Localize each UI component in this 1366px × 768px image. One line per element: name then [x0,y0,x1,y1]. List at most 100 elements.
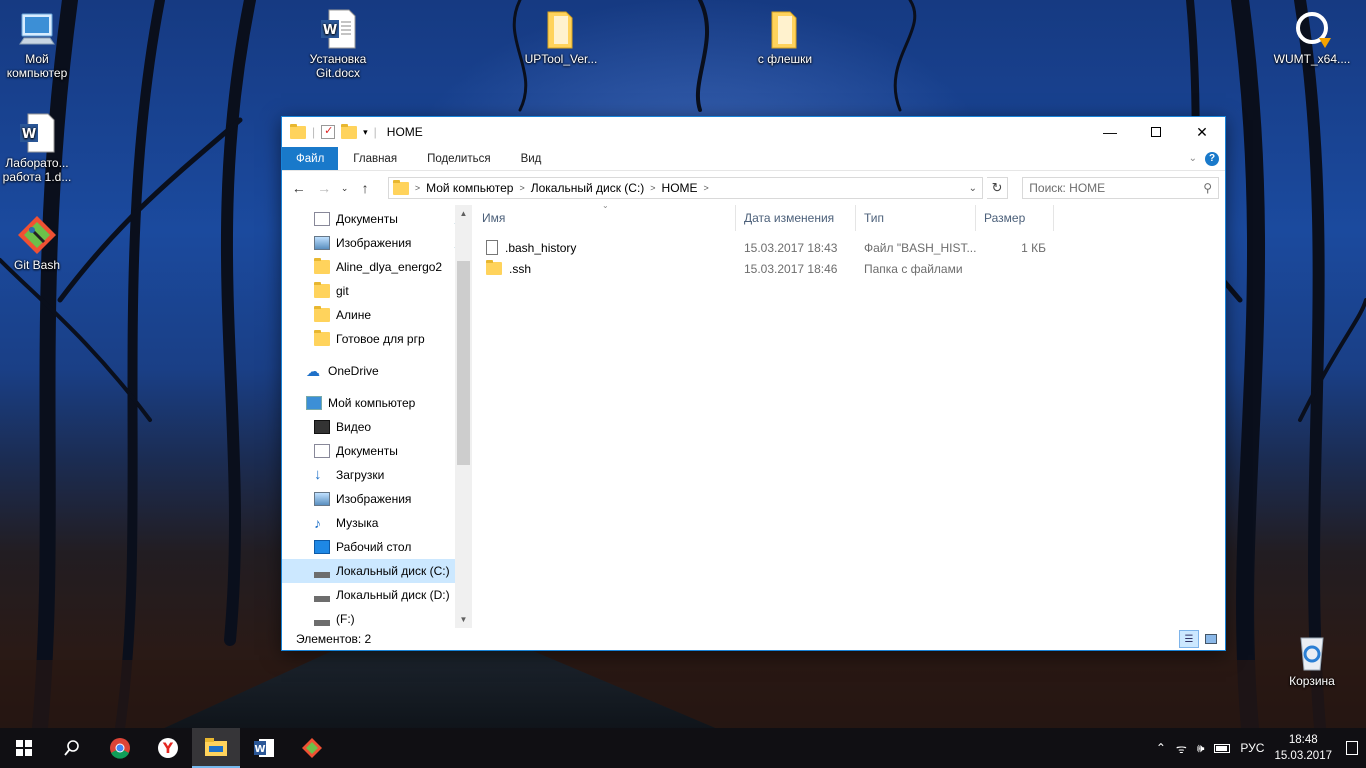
nav-item-documents-pinned[interactable]: Документы 📌 [282,207,472,231]
computer-icon [16,8,58,50]
minimize-button[interactable]: — [1087,117,1133,147]
column-size[interactable]: Размер [976,205,1054,231]
column-date-modified[interactable]: Дата изменения [736,205,856,231]
nav-item-label: OneDrive [328,364,379,378]
nav-item-onedrive[interactable]: ☁ OneDrive [282,359,472,383]
volume-icon[interactable]: 🕪 [1197,741,1205,756]
navigation-pane: Документы 📌 Изображения 📌 Aline_dlya_ene… [282,205,472,628]
breadcrumb-home[interactable]: HOME [662,181,698,195]
nav-item-desktop[interactable]: Рабочий стол [282,535,472,559]
customize-toolbar-icon[interactable]: ▾ [363,127,368,138]
desktop-icon-s-fleshki[interactable]: с флешки [745,8,825,66]
taskbar-git-bash[interactable] [288,728,336,768]
refresh-button[interactable]: ↻ [986,177,1009,199]
drive-icon [314,588,330,602]
breadcrumb-my-computer[interactable]: Мой компьютер [426,181,513,195]
svg-text:Y: Y [162,741,174,757]
maximize-button[interactable] [1133,117,1179,147]
new-folder-icon[interactable] [341,123,358,139]
file-row[interactable]: .ssh 15.03.2017 18:46 Папка с файлами [474,258,1225,279]
tab-view[interactable]: Вид [506,147,557,170]
back-button[interactable]: ← [288,180,309,196]
nav-scrollbar[interactable]: ▲ ▼ [455,205,472,628]
file-row[interactable]: .bash_history 15.03.2017 18:43 Файл "BAS… [474,237,1225,258]
desktop-icon-git-docx[interactable]: W Установка Git.docx [298,8,378,80]
chevron-down-icon[interactable]: ⌄ [964,183,982,194]
folder-icon [314,330,330,346]
nav-item-pictures-pinned[interactable]: Изображения 📌 [282,231,472,255]
large-icons-view-button[interactable] [1201,630,1221,648]
folder-icon [540,8,582,50]
recent-locations-button[interactable]: ⌄ [339,183,351,194]
scroll-thumb[interactable] [457,261,470,465]
battery-icon[interactable] [1214,743,1231,753]
properties-icon[interactable]: ✓ [321,125,336,139]
close-button[interactable]: ✕ [1179,117,1225,147]
desktop-icon-label: UPTool_Ver... [524,52,598,66]
file-list[interactable]: ⌄ Имя Дата изменения Тип Размер .bash_hi… [472,201,1225,628]
desktop-icon-label: WUMT_x64.... [1273,52,1351,66]
nav-item-local-disk-c[interactable]: Локальный диск (C:) [282,559,472,583]
up-button[interactable]: ↑ [354,180,375,196]
title-bar[interactable]: | ✓ ▾ | HOME — ✕ [282,117,1225,147]
search-box[interactable]: Поиск: HOME ⚲ [1022,177,1219,199]
nav-item-aline[interactable]: Алине [282,303,472,327]
show-hidden-icons-chevron-up-icon[interactable]: ⌃ [1156,741,1166,755]
update-tool-icon [1291,8,1333,50]
scroll-down-arrow-icon[interactable]: ▼ [455,611,472,628]
address-bar[interactable]: > Мой компьютер > Локальный диск (C:) > … [387,177,983,199]
nav-item-video[interactable]: Видео [282,415,472,439]
expand-ribbon-icon[interactable]: ⌄ [1189,153,1197,164]
column-type[interactable]: Тип [856,205,976,231]
nav-item-drive-f[interactable]: (F:) [282,607,472,628]
word-icon: W [254,739,274,757]
taskbar-word[interactable]: W [240,728,288,768]
help-icon[interactable]: ? [1205,151,1219,166]
taskbar-chrome[interactable] [96,728,144,768]
nav-item-label: (F:) [336,612,355,626]
explorer-window[interactable]: | ✓ ▾ | HOME — ✕ Файл Главная Поделиться… [281,116,1226,651]
search-button[interactable] [48,728,96,768]
details-view-button[interactable]: ☰ [1179,630,1199,648]
notifications-icon[interactable] [1346,741,1358,755]
folder-icon [392,179,409,195]
chevron-right-icon[interactable]: > [704,183,709,193]
forward-button[interactable]: → [313,180,334,196]
nav-item-pictures[interactable]: Изображения [282,487,472,511]
nav-item-label: Локальный диск (D:) [336,588,450,602]
nav-item-my-computer[interactable]: Мой компьютер [282,391,472,415]
recycle-bin-icon [1291,630,1333,672]
nav-item-aline-dlya-energo2[interactable]: Aline_dlya_energo2 [282,255,472,279]
taskbar-yandex-browser[interactable]: Y [144,728,192,768]
network-icon[interactable]: ᯤ [1176,740,1187,757]
nav-item-local-disk-d[interactable]: Локальный диск (D:) [282,583,472,607]
nav-item-documents[interactable]: Документы [282,439,472,463]
start-button[interactable] [0,728,48,768]
desktop-icon-uptool[interactable]: UPTool_Ver... [521,8,601,66]
desktop-icon-recycle-bin[interactable]: Корзина [1272,630,1352,688]
nav-item-gotovoe-dlya-rgr[interactable]: Готовое для ргр [282,327,472,351]
ribbon-tabs: Файл Главная Поделиться Вид ⌄ ? [282,147,1225,171]
input-language[interactable]: РУС [1240,741,1264,755]
tab-share[interactable]: Поделиться [412,147,506,170]
clock[interactable]: 18:48 15.03.2017 [1274,732,1332,764]
computer-icon [306,396,322,410]
nav-item-music[interactable]: ♪ Музыка [282,511,472,535]
tab-home[interactable]: Главная [338,147,412,170]
scroll-up-arrow-icon[interactable]: ▲ [455,205,472,222]
desktop-icon-wumt[interactable]: WUMT_x64.... [1272,8,1352,66]
desktop-icon-my-computer[interactable]: Мой компьютер [0,8,77,80]
chevron-right-icon[interactable]: > [519,183,524,193]
breadcrumb-local-disk-c[interactable]: Локальный диск (C:) [531,181,645,195]
desktop-icon-lab-docx[interactable]: W Лаборато... работа 1.d... [0,112,77,184]
taskbar-file-explorer[interactable] [192,728,240,768]
nav-item-downloads[interactable]: ↓ Загрузки [282,463,472,487]
nav-item-label: git [336,284,349,298]
tab-file[interactable]: Файл [282,147,339,170]
clock-date: 15.03.2017 [1274,750,1332,762]
chevron-right-icon[interactable]: > [650,183,655,193]
onedrive-icon: ☁ [306,363,320,379]
desktop-icon-git-bash[interactable]: Git Bash [0,214,77,272]
file-explorer-icon [205,738,227,756]
nav-item-git[interactable]: git [282,279,472,303]
